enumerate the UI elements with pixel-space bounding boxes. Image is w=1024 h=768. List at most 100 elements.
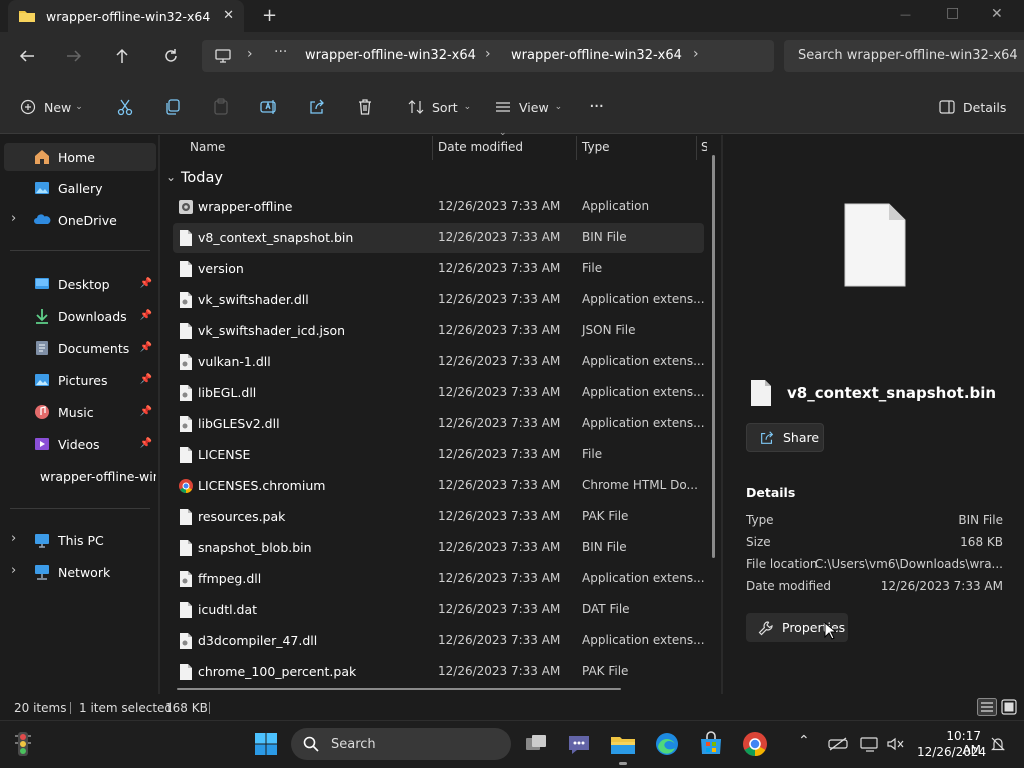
new-button[interactable]: New ⌄ xyxy=(20,96,83,118)
view-button[interactable]: View ⌄ xyxy=(495,96,562,118)
new-label: New xyxy=(44,99,72,115)
file-row[interactable]: version 12/26/2023 7:33 AM File xyxy=(173,254,704,284)
chevron-down-icon[interactable]: ⌄ xyxy=(166,170,176,184)
more-options-button[interactable]: ··· xyxy=(589,96,604,117)
paste-icon[interactable] xyxy=(212,98,230,116)
sidebar-item-this-pc[interactable]: › This PC xyxy=(4,526,156,554)
sidebar-item-wrapper-folder[interactable]: wrapper-offline-win xyxy=(4,462,156,490)
column-header-name[interactable]: Name xyxy=(190,140,225,154)
file-row[interactable]: libEGL.dll 12/26/2023 7:33 AM Applicatio… xyxy=(173,378,705,408)
rename-icon[interactable] xyxy=(260,98,278,116)
chrome-icon[interactable] xyxy=(741,730,769,758)
tab-active[interactable]: wrapper-offline-win32-x64 ✕ xyxy=(8,0,244,32)
file-row[interactable]: LICENSES.chromium 12/26/2023 7:33 AM Chr… xyxy=(173,471,704,501)
file-date: 12/26/2023 7:33 AM xyxy=(438,416,561,430)
address-field[interactable]: › ··· wrapper-offline-win32-x64 › wrappe… xyxy=(202,40,774,72)
task-view-icon[interactable] xyxy=(522,730,550,758)
file-row[interactable]: vk_swiftshader.dll 12/26/2023 7:33 AM Ap… xyxy=(173,285,705,315)
horizontal-scrollbar[interactable] xyxy=(177,688,621,690)
sidebar-item-gallery[interactable]: Gallery xyxy=(4,174,156,202)
breadcrumb-item[interactable]: wrapper-offline-win32-x64 xyxy=(511,48,682,63)
tiles-view-icon[interactable] xyxy=(1001,699,1017,715)
sidebar-item-onedrive[interactable]: › OneDrive xyxy=(4,206,156,234)
network-status-icon[interactable] xyxy=(860,736,880,752)
details-label: Details xyxy=(963,99,1007,115)
up-arrow-icon[interactable] xyxy=(114,47,130,65)
copy-icon[interactable] xyxy=(164,98,182,116)
file-name: version xyxy=(198,261,244,276)
file-explorer-icon[interactable] xyxy=(609,730,637,758)
sidebar-item-music[interactable]: Music 📌 xyxy=(4,398,156,426)
cut-icon[interactable] xyxy=(116,98,134,116)
clock-date[interactable]: 12/26/2024 xyxy=(917,745,986,759)
file-row[interactable]: vulkan-1.dll 12/26/2023 7:33 AM Applicat… xyxy=(173,347,705,377)
column-header-size[interactable]: S xyxy=(701,140,707,154)
column-header-type[interactable]: Type xyxy=(582,140,610,154)
minimize-button[interactable]: — xyxy=(900,8,911,21)
tray-chevron-up-icon[interactable]: ⌃ xyxy=(798,733,810,749)
close-button[interactable]: ✕ xyxy=(991,6,1003,22)
chevron-right-icon[interactable]: › xyxy=(11,531,16,546)
file-icon xyxy=(180,447,192,463)
more-crumbs-icon[interactable]: ··· xyxy=(274,44,287,60)
pin-icon: 📌 xyxy=(139,438,152,449)
share-button[interactable]: Share xyxy=(746,423,824,452)
file-row[interactable]: resources.pak 12/26/2023 7:33 AM PAK Fil… xyxy=(173,502,704,532)
sidebar-item-pictures[interactable]: Pictures 📌 xyxy=(4,366,156,394)
store-icon[interactable] xyxy=(697,730,725,758)
file-icon xyxy=(180,509,192,525)
traffic-light-icon[interactable] xyxy=(9,730,37,758)
search-input[interactable]: Search wrapper-offline-win32-x64 xyxy=(784,40,1024,72)
back-arrow-icon[interactable] xyxy=(18,48,36,64)
maximize-button[interactable]: □ xyxy=(946,5,959,21)
file-type: Application extens... xyxy=(582,633,705,647)
file-date: 12/26/2023 7:33 AM xyxy=(438,230,561,244)
drive-icon[interactable] xyxy=(828,736,848,752)
file-row[interactable]: LICENSE 12/26/2023 7:33 AM File xyxy=(173,440,704,470)
group-header[interactable]: Today xyxy=(181,170,223,186)
sidebar-item-videos[interactable]: Videos 📌 xyxy=(4,430,156,458)
notifications-icon[interactable] xyxy=(990,736,1006,752)
teams-chat-icon[interactable] xyxy=(565,730,593,758)
windows-start-icon[interactable] xyxy=(252,730,280,758)
column-separator[interactable] xyxy=(696,136,697,160)
file-row[interactable]: vk_swiftshader_icd.json 12/26/2023 7:33 … xyxy=(173,316,704,346)
share-icon[interactable] xyxy=(308,98,326,116)
details-pane-button[interactable]: Details xyxy=(939,96,1006,118)
chevron-right-icon[interactable]: › xyxy=(11,563,16,578)
column-header-date[interactable]: Date modified xyxy=(438,140,523,154)
sidebar-item-home[interactable]: Home xyxy=(4,143,156,171)
edge-browser-icon[interactable] xyxy=(653,730,681,758)
sidebar-item-desktop[interactable]: Desktop 📌 xyxy=(4,270,156,298)
sidebar-item-documents[interactable]: Documents 📌 xyxy=(4,334,156,362)
file-row[interactable]: snapshot_blob.bin 12/26/2023 7:33 AM BIN… xyxy=(173,533,704,563)
detail-label: Size xyxy=(746,535,771,549)
volume-muted-icon[interactable] xyxy=(886,736,904,752)
chevron-right-icon[interactable]: › xyxy=(693,46,699,62)
file-row[interactable]: icudtl.dat 12/26/2023 7:33 AM DAT File xyxy=(173,595,704,625)
vertical-scrollbar[interactable] xyxy=(712,155,715,558)
file-row[interactable]: wrapper-offline 12/26/2023 7:33 AM Appli… xyxy=(173,192,704,222)
file-row[interactable]: chrome_100_percent.pak 12/26/2023 7:33 A… xyxy=(173,657,704,687)
chevron-right-icon[interactable]: › xyxy=(11,211,16,226)
forward-arrow-icon[interactable] xyxy=(65,48,83,64)
new-tab-button[interactable]: + xyxy=(262,5,277,26)
file-row[interactable]: libGLESv2.dll 12/26/2023 7:33 AM Applica… xyxy=(173,409,705,439)
refresh-icon[interactable] xyxy=(163,48,179,64)
delete-icon[interactable] xyxy=(356,98,374,116)
breadcrumb-item[interactable]: wrapper-offline-win32-x64 xyxy=(305,48,476,63)
column-separator[interactable] xyxy=(576,136,577,160)
details-view-icon[interactable] xyxy=(977,698,997,716)
column-separator[interactable] xyxy=(432,136,433,160)
file-date: 12/26/2023 7:33 AM xyxy=(438,385,561,399)
tab-close-button[interactable]: ✕ xyxy=(223,8,234,23)
file-row[interactable]: d3dcompiler_47.dll 12/26/2023 7:33 AM Ap… xyxy=(173,626,705,656)
file-row[interactable]: ffmpeg.dll 12/26/2023 7:33 AM Applicatio… xyxy=(173,564,705,594)
file-date: 12/26/2023 7:33 AM xyxy=(438,540,561,554)
taskbar-search-box[interactable]: Search xyxy=(291,728,511,760)
sidebar-item-network[interactable]: › Network xyxy=(4,558,156,586)
item-count: 20 items xyxy=(14,701,67,715)
sidebar-item-downloads[interactable]: Downloads 📌 xyxy=(4,302,156,330)
file-row-selected[interactable]: v8_context_snapshot.bin 12/26/2023 7:33 … xyxy=(173,223,704,253)
sort-button[interactable]: Sort ⌄ xyxy=(408,96,471,118)
